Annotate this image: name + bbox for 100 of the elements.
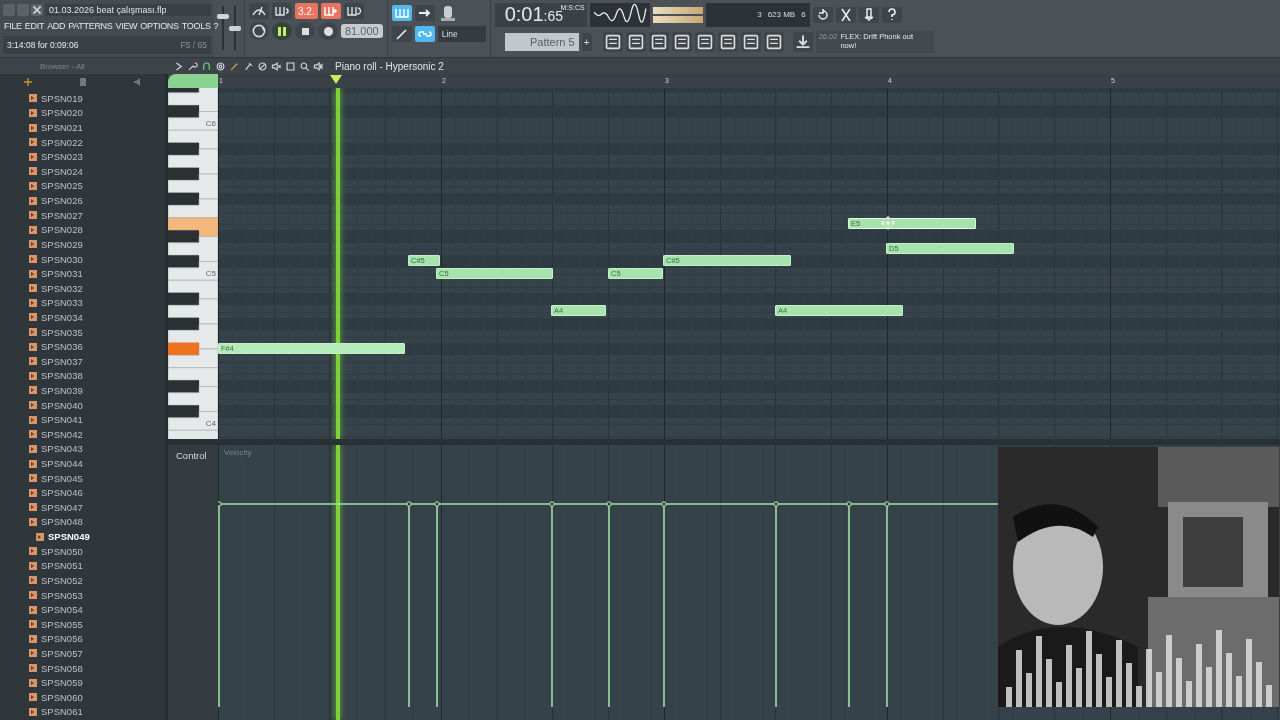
piano-key[interactable]: [168, 367, 218, 387]
magnet-icon[interactable]: [201, 60, 212, 72]
select-icon[interactable]: [285, 60, 296, 72]
browser-item[interactable]: SPSN020: [0, 105, 165, 121]
link-icon[interactable]: [414, 26, 435, 42]
browser-item[interactable]: SPSN044: [0, 456, 165, 471]
browser-item[interactable]: SPSN027: [0, 207, 165, 223]
velocity-bars-drawing[interactable]: [218, 501, 999, 707]
target-icon[interactable]: [215, 60, 226, 72]
master-volume-slider[interactable]: [217, 14, 229, 19]
browser-item[interactable]: SPSN030: [0, 251, 165, 267]
browser-item[interactable]: SPSN051: [0, 558, 165, 574]
browser-item[interactable]: SPSN055: [0, 616, 165, 632]
browser-item[interactable]: SPSN052: [0, 573, 165, 588]
piano-key[interactable]: [168, 236, 218, 262]
browser-item[interactable]: SPSN060: [0, 690, 165, 705]
browser-item[interactable]: SPSN039: [0, 383, 165, 398]
browser-item[interactable]: SPSN057: [0, 646, 165, 661]
pencil-icon[interactable]: [391, 26, 412, 42]
help-icon[interactable]: [881, 6, 902, 23]
menu-item[interactable]: ADD: [47, 20, 66, 31]
browser-item[interactable]: SPSN047: [0, 500, 165, 515]
browser-item[interactable]: SPSN035: [0, 324, 165, 340]
browser-item[interactable]: SPSN056: [0, 631, 165, 647]
browser-item[interactable]: SPSN024: [0, 164, 165, 179]
browser-item[interactable]: SPSN043: [0, 441, 165, 457]
plus-icon[interactable]: [22, 77, 33, 87]
piano-key[interactable]: [168, 217, 218, 237]
piano-key[interactable]: [168, 411, 218, 431]
browser-item[interactable]: SPSN034: [0, 310, 165, 325]
piano-key[interactable]: [168, 88, 218, 112]
menu-item[interactable]: TOOLS: [181, 20, 211, 31]
menu-item[interactable]: VIEW: [115, 20, 138, 31]
browser-item[interactable]: SPSN061: [0, 704, 165, 720]
tempo-field[interactable]: 81.000: [341, 24, 383, 38]
browser-item[interactable]: SPSN048: [0, 514, 165, 530]
delete-icon[interactable]: [257, 60, 268, 72]
menu-item[interactable]: OPTIONS: [140, 20, 179, 31]
sample-file-icon: [29, 415, 37, 424]
piano-key[interactable]: [168, 323, 218, 350]
zoom-icon[interactable]: [299, 60, 310, 72]
browser-item[interactable]: SPSN033: [0, 295, 165, 311]
pause-button[interactable]: [272, 22, 292, 40]
loop-mode-icon[interactable]: [249, 22, 269, 40]
speaker-icon[interactable]: [313, 60, 324, 72]
browser-item[interactable]: SPSN037: [0, 353, 165, 369]
browser-item[interactable]: SPSN023: [0, 149, 165, 165]
piano-key[interactable]: [168, 129, 218, 150]
mute-icon[interactable]: [271, 60, 282, 72]
hint-text: 3:14:08 for 0:09:06: [7, 40, 79, 50]
piano-key[interactable]: [168, 148, 218, 175]
piano-key[interactable]: [168, 261, 218, 281]
download-icon[interactable]: [792, 32, 813, 53]
menu-item[interactable]: EDIT: [24, 20, 45, 31]
menu-item[interactable]: FILE: [4, 20, 22, 31]
browser-item[interactable]: SPSN029: [0, 237, 165, 252]
piano-key[interactable]: [168, 173, 218, 200]
browser-item[interactable]: SPSN032: [0, 280, 165, 296]
menu-item[interactable]: ?: [213, 20, 219, 31]
piano-key[interactable]: [168, 386, 218, 412]
metronome-icon[interactable]: [249, 3, 269, 19]
step-edit-icon[interactable]: [320, 3, 341, 19]
browser-item[interactable]: SPSN038: [0, 368, 165, 384]
master-pitch-slider[interactable]: [229, 26, 241, 31]
undo-icon[interactable]: [812, 6, 833, 23]
browser-item[interactable]: SPSN040: [0, 397, 165, 413]
browser-item[interactable]: SPSN049: [0, 529, 165, 544]
browser-item[interactable]: SPSN026: [0, 193, 165, 208]
browser-item[interactable]: SPSN050: [0, 543, 165, 559]
browser-item[interactable]: SPSN054: [0, 602, 165, 617]
browser-item[interactable]: SPSN025: [0, 178, 165, 194]
piano-key[interactable]: [168, 198, 218, 219]
browser-item[interactable]: SPSN022: [0, 134, 165, 150]
browser-title: Browser - All: [40, 61, 85, 71]
browser-item[interactable]: SPSN058: [0, 660, 165, 676]
stop-button[interactable]: [295, 22, 315, 40]
keyboard-icon[interactable]: [391, 5, 412, 21]
control-label[interactable]: Control: [176, 450, 207, 461]
piano-key[interactable]: [168, 298, 218, 325]
snap-dropdown[interactable]: Line: [437, 26, 486, 42]
close-icon[interactable]: [31, 3, 43, 16]
browser-item[interactable]: SPSN019: [0, 91, 165, 106]
piano-key[interactable]: [168, 279, 218, 300]
browser-item[interactable]: SPSN028: [0, 222, 165, 238]
menu-item[interactable]: PATTERNS: [68, 20, 113, 31]
cut-icon[interactable]: [835, 6, 856, 23]
browser-item[interactable]: SPSN031: [0, 266, 165, 281]
browser-item[interactable]: SPSN045: [0, 470, 165, 486]
browser-item[interactable]: SPSN021: [0, 120, 165, 135]
browser-item[interactable]: SPSN046: [0, 485, 165, 501]
pattern-selector[interactable]: Pattern 5: [504, 33, 579, 52]
browser-item[interactable]: SPSN053: [0, 587, 165, 603]
browser-item[interactable]: SPSN041: [0, 412, 165, 427]
add-pattern-button[interactable]: +: [581, 33, 592, 52]
record-button[interactable]: [318, 22, 338, 40]
browser-item[interactable]: SPSN036: [0, 339, 165, 354]
browser-item[interactable]: SPSN042: [0, 427, 165, 442]
document-icon[interactable]: [717, 32, 738, 53]
browser-item[interactable]: SPSN059: [0, 675, 165, 690]
piano-key[interactable]: [168, 111, 218, 131]
